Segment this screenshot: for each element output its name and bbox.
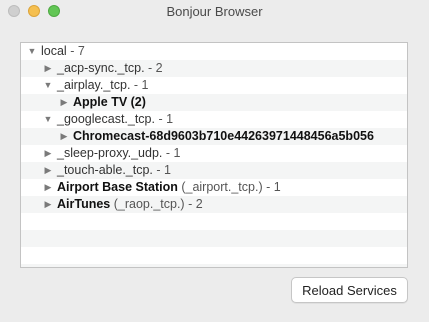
tree-row-sleep-proxy[interactable]: ▶ _sleep-proxy._udp. - 1 xyxy=(21,145,407,162)
empty-row xyxy=(21,213,407,230)
minimize-window-button[interactable] xyxy=(28,5,40,17)
tree-row-label: _touch-able._tcp. xyxy=(57,163,153,177)
empty-row xyxy=(21,247,407,264)
tree-row-count: - 1 xyxy=(162,146,181,160)
tree-row-label: Apple TV (2) xyxy=(73,95,146,109)
reload-services-button[interactable]: Reload Services xyxy=(291,277,408,303)
tree-row-count: - 1 xyxy=(152,163,171,177)
tree-row-label: Chromecast-68d9603b710e44263971448456a5b… xyxy=(73,129,374,143)
tree-row-count: - 7 xyxy=(66,44,85,58)
disclosure-collapsed-icon[interactable]: ▶ xyxy=(59,94,69,111)
tree-row-label: _googlecast._tcp. xyxy=(57,112,155,126)
tree-row-apple-tv[interactable]: ▶ Apple TV (2) xyxy=(21,94,407,111)
tree-row-label: local xyxy=(41,44,67,58)
disclosure-expanded-icon[interactable]: ▼ xyxy=(43,77,53,94)
disclosure-collapsed-icon[interactable]: ▶ xyxy=(43,60,53,77)
close-window-button[interactable] xyxy=(8,5,20,17)
tree-row-count: - 1 xyxy=(130,78,149,92)
tree-row-label: Airport Base Station xyxy=(57,180,178,194)
tree-row-googlecast[interactable]: ▼ _googlecast._tcp. - 1 xyxy=(21,111,407,128)
tree-row-count: (_raop._tcp.) - 2 xyxy=(110,197,203,211)
tree-row-acp-sync[interactable]: ▶ _acp-sync._tcp. - 2 xyxy=(21,60,407,77)
tree-row-airport-base-station[interactable]: ▶ Airport Base Station (_airport._tcp.) … xyxy=(21,179,407,196)
tree-row-count: - 2 xyxy=(144,61,163,75)
zoom-window-button[interactable] xyxy=(48,5,60,17)
bonjour-browser-window: Bonjour Browser ▼ local - 7 ▶ _acp-sync.… xyxy=(0,0,429,322)
tree-row-label: _sleep-proxy._udp. xyxy=(57,146,163,160)
services-outline-view[interactable]: ▼ local - 7 ▶ _acp-sync._tcp. - 2 ▼ _air… xyxy=(20,42,408,268)
tree-row-count: (_airport._tcp.) - 1 xyxy=(177,180,281,194)
tree-row-label: _acp-sync._tcp. xyxy=(57,61,145,75)
disclosure-collapsed-icon[interactable]: ▶ xyxy=(43,179,53,196)
window-title: Bonjour Browser xyxy=(166,3,263,19)
empty-row xyxy=(21,264,407,267)
tree-row-count: - 1 xyxy=(155,112,174,126)
tree-row-airtunes[interactable]: ▶ AirTunes (_raop._tcp.) - 2 xyxy=(21,196,407,213)
disclosure-expanded-icon[interactable]: ▼ xyxy=(27,43,37,60)
tree-row-chromecast[interactable]: ▶ Chromecast-68d9603b710e44263971448456a… xyxy=(21,128,407,145)
tree-row-label: AirTunes xyxy=(57,197,111,211)
disclosure-collapsed-icon[interactable]: ▶ xyxy=(43,145,53,162)
disclosure-collapsed-icon[interactable]: ▶ xyxy=(43,196,53,213)
empty-row xyxy=(21,230,407,247)
tree-row-touch-able[interactable]: ▶ _touch-able._tcp. - 1 xyxy=(21,162,407,179)
tree-row-airplay[interactable]: ▼ _airplay._tcp. - 1 xyxy=(21,77,407,94)
disclosure-collapsed-icon[interactable]: ▶ xyxy=(59,128,69,145)
tree-row-label: _airplay._tcp. xyxy=(57,78,131,92)
title-bar: Bonjour Browser xyxy=(0,0,429,22)
tree-row-local[interactable]: ▼ local - 7 xyxy=(21,43,407,60)
disclosure-expanded-icon[interactable]: ▼ xyxy=(43,111,53,128)
disclosure-collapsed-icon[interactable]: ▶ xyxy=(43,162,53,179)
